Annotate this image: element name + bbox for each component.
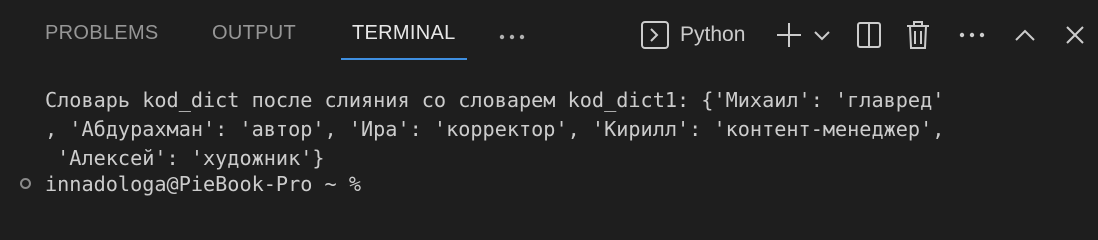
tab-terminal[interactable]: TERMINAL	[352, 22, 456, 45]
split-terminal-button[interactable]	[852, 16, 886, 54]
terminal-output-line: , 'Абдурахман': 'автор', 'Ира': 'коррект…	[45, 117, 945, 141]
command-decoration-icon[interactable]	[20, 178, 31, 189]
terminal-prompt: innadologa@PieBook-Pro ~ %	[45, 172, 362, 196]
terminal-output-line: Словарь kod_dict после слияния со словар…	[45, 88, 945, 112]
close-panel-button[interactable]	[1058, 16, 1092, 54]
ellipsis-icon	[498, 33, 526, 41]
terminal-profile-button[interactable]: Python	[640, 16, 760, 54]
new-terminal-button[interactable]	[772, 16, 806, 54]
plus-icon	[775, 21, 803, 49]
terminal-profile-dropdown[interactable]	[810, 16, 834, 54]
chevron-down-icon	[813, 29, 831, 41]
more-actions-button[interactable]	[955, 16, 989, 54]
trash-icon	[905, 20, 931, 50]
maximize-panel-button[interactable]	[1008, 16, 1042, 54]
close-icon	[1064, 24, 1086, 46]
chevron-up-icon	[1014, 28, 1036, 42]
terminal-panel: PROBLEMS OUTPUT TERMINAL Python Словарь …	[0, 0, 1098, 208]
terminal-profile-label: Python	[680, 23, 746, 46]
kill-terminal-button[interactable]	[901, 16, 935, 54]
terminal-icon	[640, 20, 670, 50]
panel-tab-bar: PROBLEMS OUTPUT TERMINAL Python	[0, 0, 1098, 70]
terminal-output-line: 'Алексей': 'художник'}	[45, 146, 325, 170]
split-icon	[856, 21, 882, 49]
ellipsis-icon	[958, 31, 986, 39]
tab-problems[interactable]: PROBLEMS	[45, 22, 159, 45]
tab-output[interactable]: OUTPUT	[212, 22, 296, 45]
terminal-output[interactable]: Словарь kod_dict после слияния со словар…	[0, 70, 1098, 208]
more-tabs-button[interactable]	[495, 18, 529, 56]
active-tab-indicator	[341, 58, 467, 60]
